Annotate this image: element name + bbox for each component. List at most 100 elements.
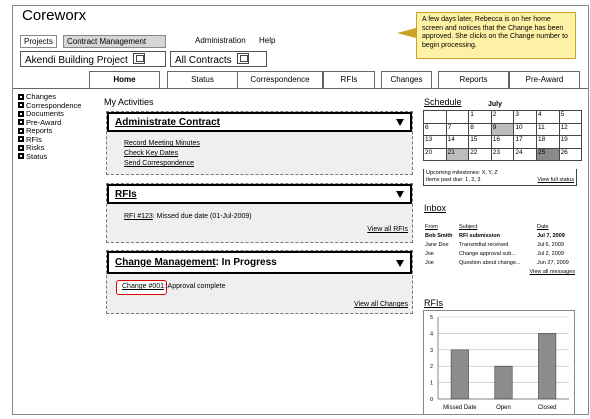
- change-001-link[interactable]: Change #001: [122, 283, 164, 290]
- changes-panel-status: : In Progress: [215, 257, 277, 268]
- calendar-day[interactable]: 2: [490, 110, 515, 124]
- inbox-row[interactable]: Bob Smith RFI submission Jul 7, 2009: [423, 232, 577, 241]
- inbox-row[interactable]: Joe Change approval sub... Jul 2, 2009: [423, 250, 577, 259]
- view-all-changes-link[interactable]: View all Changes: [354, 301, 408, 308]
- y-tick-label: 5: [430, 315, 433, 321]
- view-full-status-link[interactable]: View full status: [537, 177, 574, 184]
- schedule-title[interactable]: Schedule: [424, 97, 462, 107]
- calendar-day[interactable]: 4: [535, 110, 560, 124]
- rfi-123-link[interactable]: RFI #123: [124, 213, 153, 220]
- calendar-day[interactable]: 6: [423, 122, 447, 137]
- contract-select[interactable]: All Contracts: [170, 51, 267, 67]
- tab-reports[interactable]: Reports: [438, 71, 509, 88]
- contract-panel-title[interactable]: Administrate Contract: [115, 117, 220, 128]
- menu-help[interactable]: Help: [256, 35, 278, 48]
- view-all-messages-link[interactable]: View all messages: [530, 268, 575, 277]
- calendar-grid: 1 2 3 4 5 6 7 8 9 10 11 12 13 14 15 16 1…: [423, 110, 583, 162]
- calendar-day[interactable]: 5: [558, 110, 583, 124]
- changes-panel: Change Management: In Progress Change #0…: [106, 250, 413, 314]
- activities-title: My Activities: [104, 97, 154, 107]
- calendar-month: July: [488, 101, 503, 108]
- calendar-day[interactable]: 11: [535, 122, 560, 137]
- inbox-col-date[interactable]: Date: [537, 223, 549, 232]
- folder-icon: [18, 136, 24, 142]
- menu-projects[interactable]: Projects: [20, 35, 57, 48]
- collapse-icon[interactable]: [396, 260, 404, 267]
- rfis-bar-chart: 0 1 2 3 4 5 Missed Date Open Closed: [430, 315, 569, 411]
- tab-correspondence[interactable]: Correspondence: [237, 71, 323, 88]
- calendar-day[interactable]: 24: [513, 147, 537, 162]
- folder-icon: [18, 110, 24, 117]
- tab-pre-award[interactable]: Pre-Award: [509, 71, 580, 88]
- inbox-row[interactable]: Jane Doe Transmittal received Jul 6, 200…: [423, 241, 577, 250]
- folder-icon: [18, 144, 24, 151]
- record-minutes-link[interactable]: Record Meeting Minutes: [124, 140, 200, 147]
- tab-home[interactable]: Home: [89, 71, 160, 88]
- menu-contract-management[interactable]: Contract Management: [63, 35, 166, 48]
- app-title: Coreworx: [22, 7, 87, 24]
- collapse-icon[interactable]: [396, 119, 404, 126]
- calendar-day[interactable]: 15: [468, 135, 492, 149]
- calendar-day-today[interactable]: 25: [535, 147, 560, 162]
- tab-status[interactable]: Status: [167, 71, 238, 88]
- calendar-day[interactable]: 19: [558, 135, 583, 149]
- inbox-row[interactable]: Joe Question about change... Jun 27, 200…: [423, 259, 577, 268]
- y-tick-label: 4: [430, 331, 433, 337]
- calendar-day[interactable]: 20: [423, 147, 447, 162]
- calendar-day[interactable]: 18: [535, 135, 560, 149]
- x-tick-label: Open: [496, 405, 511, 411]
- calendar-day[interactable]: 23: [490, 147, 515, 162]
- contract-select-value: All Contracts: [175, 55, 232, 66]
- inbox-title[interactable]: Inbox: [424, 203, 446, 213]
- contract-panel-header[interactable]: Administrate Contract: [107, 112, 412, 132]
- check-dates-link[interactable]: Check Key Dates: [124, 150, 178, 157]
- sidebar: Changes Correspondence Documents Pre-Awa…: [18, 92, 98, 162]
- change-management-link[interactable]: Change Management: [115, 257, 216, 268]
- rfis-chart-box: 0 1 2 3 4 5 Missed Date Open Closed: [423, 310, 575, 415]
- calendar-day[interactable]: 10: [513, 122, 537, 137]
- menu-administration[interactable]: Administration: [192, 35, 249, 48]
- calendar-day[interactable]: 1: [468, 110, 492, 124]
- sidebar-item-status[interactable]: Status: [18, 152, 98, 162]
- calendar-day[interactable]: 3: [513, 110, 537, 124]
- rfi-item: RFI #123: Missed due date (01-Jul-2009): [124, 213, 252, 220]
- calendar-day[interactable]: 12: [558, 122, 583, 137]
- upcoming-milestones: Upcoming milestones: X, Y, Z: [426, 170, 498, 176]
- rfis-panel-title[interactable]: RFIs: [115, 189, 137, 200]
- calendar-day[interactable]: 8: [468, 122, 492, 137]
- y-tick-label: 2: [430, 364, 433, 370]
- x-tick-label: Closed: [538, 405, 557, 411]
- contract-panel: Administrate Contract Record Meeting Min…: [106, 111, 413, 175]
- calendar-day[interactable]: 13: [423, 135, 447, 149]
- calendar-day[interactable]: 22: [468, 147, 492, 162]
- calendar-day-highlighted[interactable]: 21: [445, 147, 470, 162]
- inbox-table: From Subject Date Bob Smith RFI submissi…: [423, 223, 577, 277]
- folder-icon: [18, 119, 24, 125]
- change-item: Change #001: Approval complete: [122, 283, 226, 290]
- inbox-col-from[interactable]: From: [425, 223, 438, 232]
- rfis-chart-title[interactable]: RFIs: [424, 298, 443, 308]
- rfis-panel-header[interactable]: RFIs: [107, 184, 412, 204]
- changes-panel-header[interactable]: Change Management: In Progress: [107, 251, 412, 274]
- inbox-col-subject[interactable]: Subject: [459, 223, 477, 232]
- calendar-day[interactable]: 17: [513, 135, 537, 149]
- project-select-value: Akendi Building Project: [25, 55, 128, 66]
- project-select[interactable]: Akendi Building Project: [20, 51, 166, 67]
- calendar-day[interactable]: 16: [490, 135, 515, 149]
- folder-icon: [18, 127, 24, 134]
- note-pointer: [397, 28, 416, 38]
- x-tick-label: Missed Date: [443, 405, 477, 411]
- calendar-day: [445, 110, 470, 124]
- tab-rfis[interactable]: RFIs: [323, 71, 375, 88]
- send-correspondence-link[interactable]: Send Correspondence: [124, 160, 194, 167]
- rfis-panel: RFIs RFI #123: Missed due date (01-Jul-2…: [106, 183, 413, 243]
- view-all-rfis-link[interactable]: View all RFIs: [367, 226, 408, 233]
- dropdown-icon: [236, 53, 249, 64]
- calendar-day-highlighted[interactable]: 9: [490, 122, 515, 137]
- folder-icon: [18, 153, 24, 159]
- tab-changes[interactable]: Changes: [381, 71, 432, 88]
- calendar-day[interactable]: 26: [558, 147, 583, 162]
- calendar-day[interactable]: 7: [445, 122, 470, 137]
- collapse-icon[interactable]: [396, 191, 404, 198]
- calendar-day[interactable]: 14: [445, 135, 470, 149]
